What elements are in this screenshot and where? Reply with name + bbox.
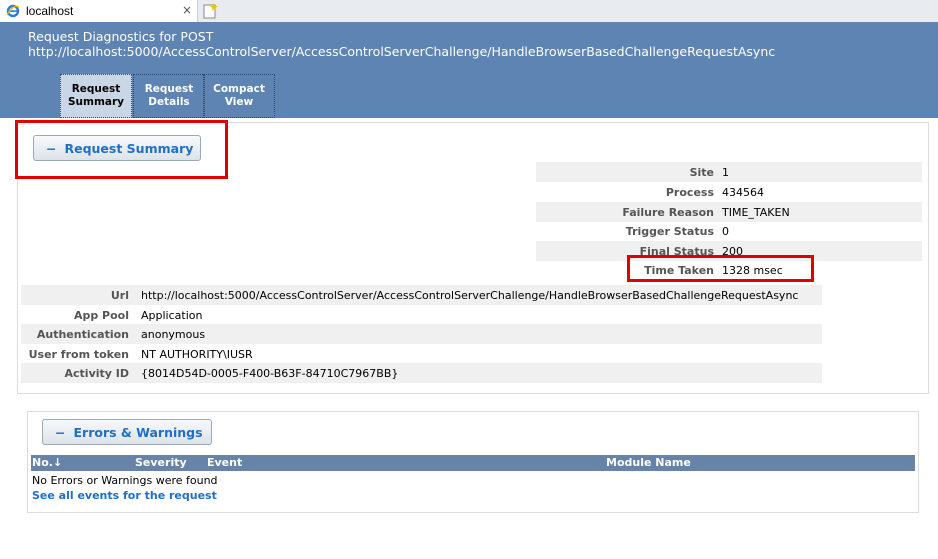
row-value: NT AUTHORITY\IUSR [141,347,253,361]
tab-label-line2: Details [148,96,190,108]
browser-tab-title: localhost [26,4,74,18]
page-title: Request Diagnostics for POST [28,29,214,44]
close-icon[interactable]: × [182,3,192,17]
summary-row-activity-id: Activity ID {8014D54D-0005-F400-B63F-847… [21,363,822,383]
row-label: App Pool [73,308,129,322]
column-header-module-name[interactable]: Module Name [606,456,691,469]
row-value: 1 [722,165,729,179]
summary-row-process: Process 434564 [536,182,922,202]
row-value: 434564 [722,185,764,199]
errors-warnings-toggle-button[interactable]: − Errors & Warnings [42,419,212,445]
browser-tab-bar: localhost × [0,0,938,23]
row-label: Site [689,165,714,179]
row-label: Process [665,185,714,199]
ie-icon [6,4,20,18]
errors-table-header: No.↓ Severity Event Module Name [31,455,915,471]
no-errors-message: No Errors or Warnings were found [32,474,218,487]
tab-label-line2: Summary [67,96,125,108]
column-header-no[interactable]: No.↓ [32,456,62,469]
row-label: User from token [28,347,129,361]
tab-label-line1: Request [71,83,121,95]
row-label: Trigger Status [625,224,714,238]
browser-tab[interactable]: localhost × [0,0,198,22]
summary-row-authentication: Authentication anonymous [21,324,822,344]
row-value: http://localhost:5000/AccessControlServe… [141,288,799,302]
tab-request-details[interactable]: Request Details [133,74,205,118]
highlight-box-request-summary [15,120,228,179]
tab-compact-view[interactable]: Compact View [203,74,275,118]
row-value: 0 [722,224,729,238]
row-value: TIME_TAKEN [722,205,790,219]
tab-label-line2: View [224,96,254,108]
row-label: Activity ID [64,366,130,380]
new-tab-icon[interactable] [201,2,219,20]
summary-row-failure-reason: Failure Reason TIME_TAKEN [536,202,922,222]
row-value: Application [141,308,203,322]
see-all-events-link[interactable]: See all events for the request [32,489,217,502]
row-label: Url [110,288,129,302]
summary-row-trigger-status: Trigger Status 0 [536,221,922,241]
row-value: anonymous [141,327,206,341]
column-header-event[interactable]: Event [207,456,242,469]
summary-row-url: Url http://localhost:5000/AccessControlS… [21,285,822,305]
collapse-icon: − [55,424,66,440]
highlight-box-time-taken [627,255,814,282]
row-value: {8014D54D-0005-F400-B63F-84710C7967BB} [141,366,399,380]
tab-label-line1: Request [144,83,194,95]
column-header-severity[interactable]: Severity [135,456,187,469]
summary-row-user-from-token: User from token NT AUTHORITY\IUSR [21,344,822,364]
summary-row-app-pool: App Pool Application [21,305,822,325]
errors-warnings-button-label: Errors & Warnings [73,424,203,440]
row-label: Authentication [36,327,129,341]
row-label: Failure Reason [622,205,714,219]
tab-request-summary[interactable]: Request Summary [60,74,132,118]
request-url-title: http://localhost:5000/AccessControlServe… [28,44,776,59]
tab-label-line1: Compact [213,83,265,95]
summary-row-site: Site 1 [536,162,922,182]
page-header: Request Diagnostics for POST http://loca… [0,22,938,118]
